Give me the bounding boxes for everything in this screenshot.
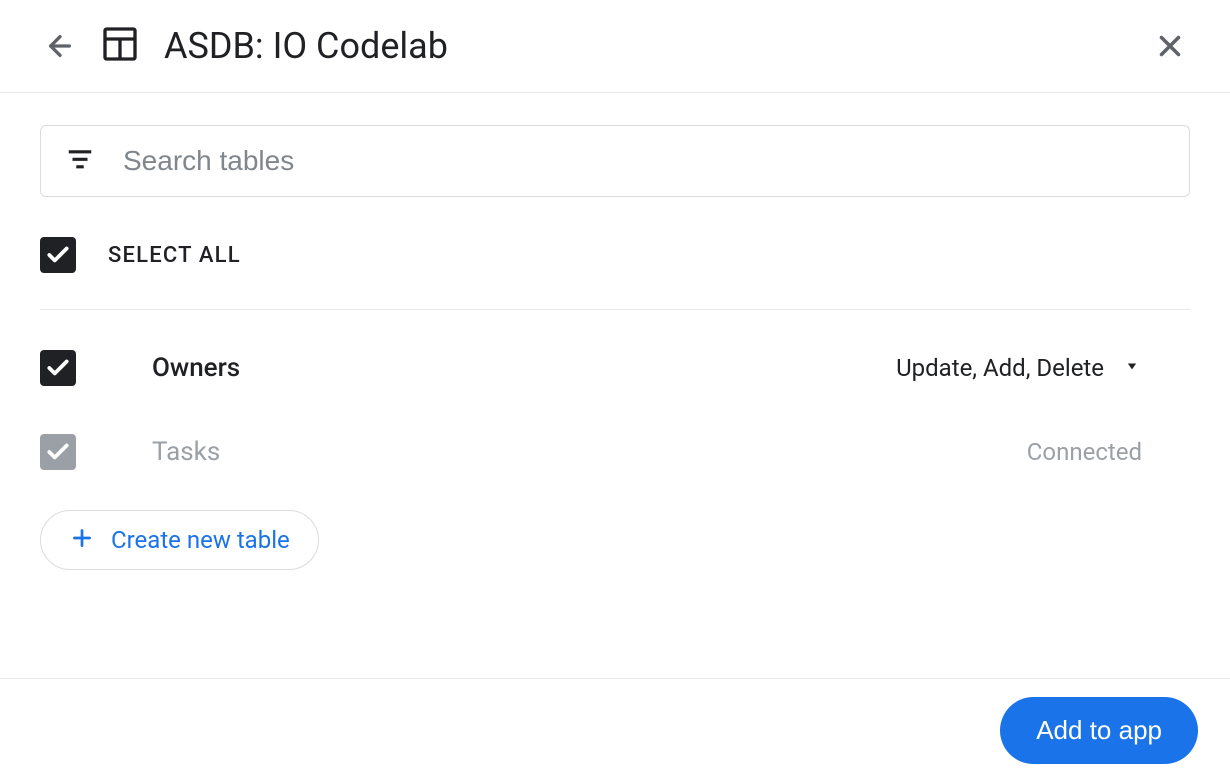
- search-box[interactable]: [40, 125, 1190, 197]
- table-status-connected: Connected: [1027, 438, 1190, 466]
- check-icon: [45, 242, 71, 268]
- select-all-label: SELECT ALL: [108, 243, 241, 268]
- create-table-label: Create new table: [111, 526, 290, 554]
- table-name-tasks: Tasks: [152, 437, 1027, 467]
- footer: Add to app: [0, 678, 1230, 782]
- check-icon: [45, 355, 71, 381]
- check-icon: [45, 439, 71, 465]
- close-button[interactable]: [1150, 26, 1190, 66]
- database-icon: [100, 24, 140, 68]
- back-button[interactable]: [40, 26, 80, 66]
- select-all-checkbox[interactable]: [40, 237, 76, 273]
- table-checkbox-owners[interactable]: [40, 350, 76, 386]
- search-input[interactable]: [123, 145, 1165, 177]
- table-checkbox-tasks: [40, 434, 76, 470]
- permissions-label: Update, Add, Delete: [896, 354, 1104, 382]
- table-row: Owners Update, Add, Delete: [40, 326, 1190, 410]
- page-title: ASDB: IO Codelab: [164, 25, 448, 67]
- filter-icon: [65, 144, 95, 178]
- select-all-row: SELECT ALL: [40, 237, 1190, 310]
- close-icon: [1153, 29, 1187, 63]
- table-list: Owners Update, Add, Delete Tasks Connect…: [40, 326, 1190, 494]
- arrow-left-icon: [44, 30, 76, 62]
- table-row: Tasks Connected: [40, 410, 1190, 494]
- table-name-owners: Owners: [152, 353, 896, 383]
- status-label: Connected: [1027, 438, 1142, 466]
- table-permissions-dropdown[interactable]: Update, Add, Delete: [896, 354, 1190, 382]
- header: ASDB: IO Codelab: [0, 0, 1230, 93]
- plus-icon: [69, 525, 95, 555]
- dropdown-caret-icon: [1122, 354, 1142, 382]
- create-table-button[interactable]: Create new table: [40, 510, 319, 570]
- content-area: SELECT ALL Owners Update, Add, Delete: [0, 93, 1230, 570]
- add-to-app-button[interactable]: Add to app: [1000, 697, 1198, 764]
